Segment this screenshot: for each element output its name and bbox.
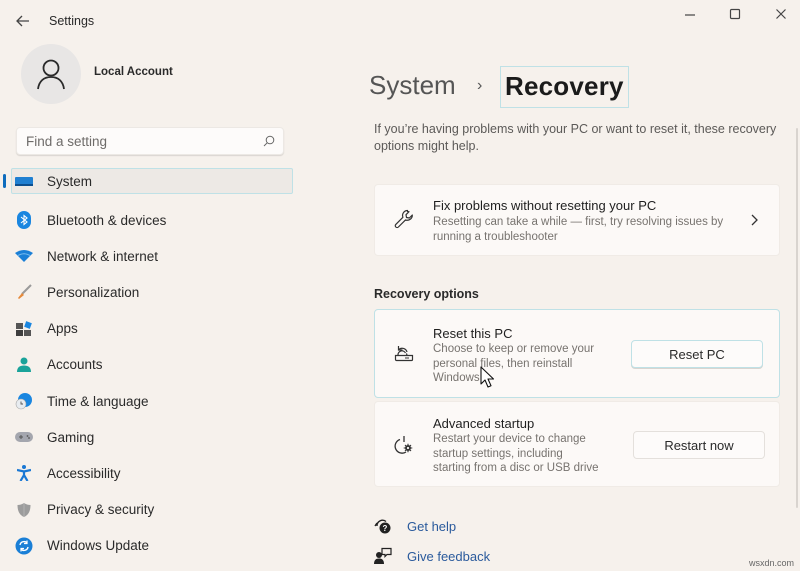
get-help-link[interactable]: ? Get help — [374, 516, 456, 536]
update-icon — [15, 537, 33, 555]
reset-pc-card: Reset this PC Choose to keep or remove y… — [374, 309, 780, 398]
title-bar: Settings — [0, 0, 800, 42]
description-line: Windows — [433, 372, 480, 384]
sidebar-nav: System Bluetooth & devices Network & int… — [0, 166, 300, 564]
sidebar-item-bluetooth[interactable]: Bluetooth & devices — [0, 202, 300, 238]
maximize-button[interactable] — [720, 4, 750, 24]
accessibility-icon — [15, 464, 33, 482]
close-button[interactable] — [766, 4, 796, 24]
advanced-startup-card: Advanced startup Restart your device to … — [374, 401, 780, 487]
wrench-icon — [393, 208, 415, 230]
search-icon[interactable] — [263, 135, 275, 147]
active-indicator — [3, 174, 6, 188]
sidebar-item-gaming[interactable]: Gaming — [0, 419, 300, 455]
page-description: If you’re having problems with your PC o… — [374, 122, 777, 153]
maximize-icon — [729, 8, 741, 20]
sidebar-item-time-language[interactable]: Time & language — [0, 383, 300, 419]
sidebar-item-label: Gaming — [47, 429, 95, 445]
search-box[interactable] — [16, 127, 284, 155]
recovery-options-heading: Recovery options — [374, 287, 479, 301]
advanced-startup-title: Advanced startup — [433, 416, 535, 431]
apps-icon — [15, 320, 33, 338]
description-line: starting from a disc or USB drive — [433, 462, 599, 474]
sidebar-item-label: Accessibility — [47, 465, 121, 481]
sidebar-item-label: Time & language — [47, 393, 149, 409]
svg-text:?: ? — [383, 524, 388, 533]
description-line: Restart your device to change — [433, 433, 586, 445]
reset-pc-description: Choose to keep or remove your personal f… — [433, 342, 594, 386]
feedback-icon — [374, 547, 392, 565]
bluetooth-icon — [15, 211, 33, 230]
search-input[interactable] — [26, 132, 246, 150]
description-line: startup settings, including — [433, 447, 563, 460]
brush-icon — [15, 283, 33, 301]
sidebar-item-label: Apps — [47, 321, 78, 337]
fix-problems-title: Fix problems without resetting your PC — [433, 198, 657, 213]
sidebar-item-system[interactable]: System — [0, 166, 300, 197]
mouse-cursor-icon — [480, 366, 494, 388]
shield-icon — [15, 501, 33, 519]
person-icon — [37, 59, 65, 90]
app-title: Settings — [49, 14, 95, 28]
reset-pc-icon — [393, 342, 415, 364]
page-title: Recovery — [500, 66, 629, 108]
close-icon — [776, 9, 786, 19]
sidebar-item-accessibility[interactable]: Accessibility — [0, 455, 300, 491]
advanced-startup-description: Restart your device to change startup se… — [433, 432, 599, 476]
sidebar-item-label: Network & internet — [47, 248, 159, 264]
watermark: wsxdn.com — [749, 558, 795, 568]
get-help-label[interactable]: Get help — [407, 519, 456, 534]
sidebar-item-label: System — [47, 174, 93, 189]
back-arrow-icon — [16, 15, 29, 27]
sidebar-item-accounts[interactable]: Accounts — [0, 347, 300, 383]
reset-pc-button[interactable]: Reset PC — [631, 340, 763, 368]
breadcrumb-parent[interactable]: System — [369, 70, 456, 101]
sidebar-item-privacy[interactable]: Privacy & security — [0, 492, 300, 528]
power-gear-icon — [393, 434, 415, 456]
sidebar-item-label: Bluetooth & devices — [47, 212, 167, 228]
back-button[interactable] — [12, 10, 34, 32]
sidebar-item-label: Windows Update — [47, 538, 150, 554]
fix-problems-description: Resetting can take a while — first, try … — [433, 216, 724, 243]
description-line: Choose to keep or remove your — [433, 343, 595, 355]
sidebar-item-personalization[interactable]: Personalization — [0, 274, 300, 310]
sidebar-item-label: Accounts — [47, 357, 103, 373]
clock-globe-icon — [15, 392, 33, 410]
give-feedback-label[interactable]: Give feedback — [407, 549, 490, 564]
scrollbar[interactable] — [796, 128, 798, 508]
gamepad-icon — [15, 428, 33, 446]
sidebar-item-network[interactable]: Network & internet — [0, 238, 300, 274]
sidebar-item-label: Personalization — [47, 284, 140, 300]
sidebar-item-apps[interactable]: Apps — [0, 311, 300, 347]
wifi-icon — [15, 247, 33, 265]
description-line: personal files, then reinstall — [433, 357, 573, 370]
avatar[interactable] — [21, 44, 81, 104]
chevron-right-icon — [751, 214, 758, 226]
restart-now-button[interactable]: Restart now — [633, 431, 765, 459]
give-feedback-link[interactable]: Give feedback — [374, 546, 490, 566]
sidebar-item-windows-update[interactable]: Windows Update — [0, 528, 300, 564]
minimize-button[interactable] — [675, 4, 705, 24]
monitor-icon — [15, 173, 33, 191]
sidebar-item-label: Privacy & security — [47, 502, 155, 518]
help-icon: ? — [374, 517, 392, 535]
minimize-icon — [685, 14, 695, 16]
account-name: Local Account — [94, 66, 173, 78]
reset-pc-title: Reset this PC — [433, 326, 513, 341]
fix-problems-card[interactable]: Fix problems without resetting your PC R… — [374, 184, 780, 256]
breadcrumb-separator-icon: › — [477, 77, 483, 94]
account-icon — [15, 356, 33, 374]
